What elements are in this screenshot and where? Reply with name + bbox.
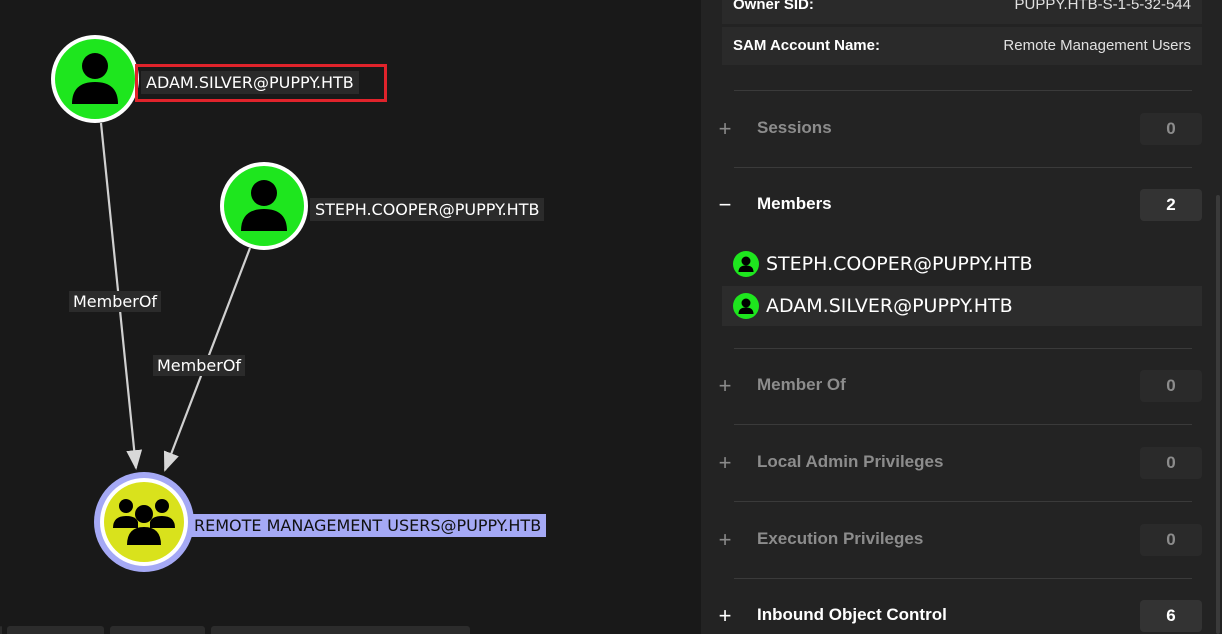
property-owner-sid: Owner SID: PUPPY.HTB-S-1-5-32-544 (722, 0, 1202, 24)
property-key: Owner SID: (733, 0, 814, 13)
member-row-steph[interactable]: STEPH.COOPER@PUPPY.HTB (722, 244, 1202, 284)
plus-icon[interactable]: + (715, 603, 735, 629)
node-label-steph[interactable]: STEPH.COOPER@PUPPY.HTB (310, 198, 545, 221)
bottom-tab[interactable] (211, 626, 470, 634)
member-row-adam[interactable]: ADAM.SILVER@PUPPY.HTB (722, 286, 1202, 326)
divider (734, 578, 1192, 579)
plus-icon[interactable]: + (715, 373, 735, 399)
section-count: 0 (1140, 447, 1202, 479)
divider (734, 424, 1192, 425)
divider (734, 167, 1192, 168)
plus-icon[interactable]: + (715, 450, 735, 476)
node-remote-management-users[interactable] (94, 472, 194, 572)
section-title[interactable]: Execution Privileges (757, 529, 923, 549)
highlight-box (135, 64, 387, 102)
node-steph[interactable] (220, 162, 308, 250)
section-title[interactable]: Members (757, 194, 832, 214)
section-execution-privileges[interactable]: + Execution Privileges 0 (715, 524, 1205, 556)
member-name[interactable]: ADAM.SILVER@PUPPY.HTB (766, 295, 1013, 317)
property-value: Remote Management Users (1003, 37, 1191, 54)
section-sessions[interactable]: + Sessions 0 (715, 113, 1205, 145)
edge-label-memberof-adam[interactable]: MemberOf (69, 291, 162, 312)
graph-canvas[interactable]: ADAM.SILVER@PUPPY.HTB STEPH.COOPER@PUPPY… (0, 0, 701, 634)
bottom-tab[interactable] (7, 626, 104, 634)
section-local-admin-privileges[interactable]: + Local Admin Privileges 0 (715, 447, 1205, 479)
bottom-tab[interactable] (110, 626, 205, 634)
divider (734, 501, 1192, 502)
section-inbound-object-control[interactable]: + Inbound Object Control 6 (715, 600, 1205, 632)
section-count: 0 (1140, 524, 1202, 556)
property-sam-account-name: SAM Account Name: Remote Management User… (722, 27, 1202, 65)
divider (734, 348, 1192, 349)
section-title[interactable]: Sessions (757, 118, 832, 138)
section-title[interactable]: Inbound Object Control (757, 605, 947, 625)
node-adam[interactable] (51, 35, 139, 123)
section-count: 0 (1140, 113, 1202, 145)
section-count: 2 (1140, 189, 1202, 221)
property-value: PUPPY.HTB-S-1-5-32-544 (1014, 0, 1191, 13)
node-label-remote-management-users[interactable]: REMOTE MANAGEMENT USERS@PUPPY.HTB (189, 514, 547, 537)
minus-icon[interactable]: − (715, 192, 735, 218)
bottom-tab[interactable] (0, 626, 2, 634)
section-title[interactable]: Member Of (757, 375, 846, 395)
section-count: 0 (1140, 370, 1202, 402)
section-count: 6 (1140, 600, 1202, 632)
plus-icon[interactable]: + (715, 116, 735, 142)
plus-icon[interactable]: + (715, 527, 735, 553)
property-key: SAM Account Name: (733, 37, 880, 54)
entity-info-panel: Owner SID: PUPPY.HTB-S-1-5-32-544 SAM Ac… (701, 0, 1222, 634)
edge-label-memberof-steph[interactable]: MemberOf (153, 355, 246, 376)
section-member-of[interactable]: + Member Of 0 (715, 370, 1205, 402)
section-members[interactable]: − Members 2 (715, 189, 1205, 221)
panel-scrollbar[interactable] (1216, 195, 1220, 634)
member-name[interactable]: STEPH.COOPER@PUPPY.HTB (766, 253, 1033, 275)
divider (734, 90, 1192, 91)
user-icon (733, 251, 759, 277)
section-title[interactable]: Local Admin Privileges (757, 452, 943, 472)
user-icon (733, 293, 759, 319)
